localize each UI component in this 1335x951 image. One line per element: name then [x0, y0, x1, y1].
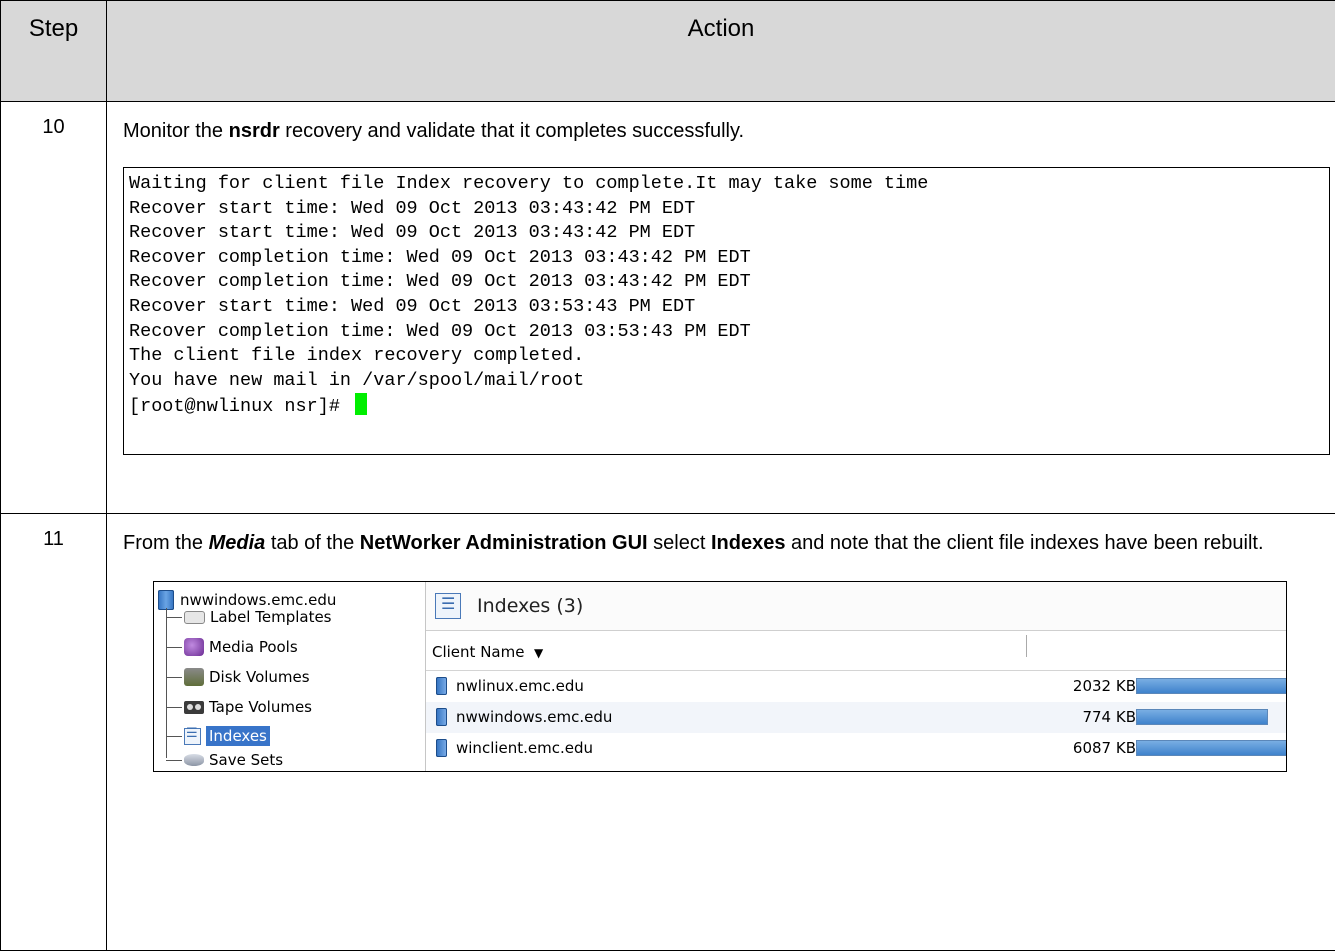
table-row[interactable]: nwlinux.emc.edu 2032 KB	[426, 671, 1286, 702]
terminal-line: Recover completion time: Wed 09 Oct 2013…	[129, 320, 751, 342]
column-label: Client Name	[432, 643, 525, 661]
label-icon	[184, 610, 205, 624]
table-row-step-10: 10 Monitor the nsrdr recovery and valida…	[0, 101, 1335, 514]
tree-item-disk-volumes[interactable]: Disk Volumes	[166, 662, 310, 692]
action-cell-10: Monitor the nsrdr recovery and validate …	[106, 101, 1335, 514]
terminal-output: Waiting for client file Index recovery t…	[123, 167, 1330, 455]
sort-down-icon: ▼	[534, 646, 544, 660]
column-header-row: Client Name ▼	[426, 631, 1286, 671]
instruction-text: Monitor the	[123, 120, 229, 142]
media-tree: nwwindows.emc.edu Label Templates Media …	[154, 582, 426, 771]
index-icon	[184, 726, 201, 745]
tree-item-label: Tape Volumes	[209, 698, 312, 716]
client-name: nwlinux.emc.edu	[456, 677, 584, 695]
terminal-cursor	[355, 393, 368, 416]
tree-connector	[166, 646, 182, 648]
networker-gui-screenshot: nwwindows.emc.edu Label Templates Media …	[153, 581, 1287, 772]
index-size: 6087 KB	[1072, 739, 1136, 757]
panel-title: Indexes (3)	[477, 595, 584, 617]
client-name: nwwindows.emc.edu	[456, 708, 613, 726]
terminal-prompt-line[interactable]: [root@nwlinux nsr]#	[129, 393, 1325, 418]
step-number-10: 10	[0, 101, 107, 514]
tree-connector	[166, 676, 182, 678]
table-row[interactable]: nwwindows.emc.edu 774 KB	[426, 702, 1286, 733]
tree-connector	[166, 706, 182, 708]
usage-bar	[1136, 709, 1268, 725]
tree-item-label: Disk Volumes	[209, 668, 310, 686]
tree-item-label: Media Pools	[209, 638, 298, 656]
action-column-header: Action	[106, 0, 1335, 102]
procedure-table: Step Action 10 Monitor the nsrdr recover…	[0, 0, 1335, 951]
tape-icon	[184, 700, 204, 714]
terminal-line: Waiting for client file Index recovery t…	[129, 173, 929, 194]
index-size: 2032 KB	[1072, 677, 1136, 695]
terminal-line: Recover start time: Wed 09 Oct 2013 03:4…	[129, 197, 696, 219]
indexes-panel: Indexes (3) Client Name ▼ nwlinux.emc.ed…	[426, 582, 1286, 771]
usage-bar	[1136, 740, 1286, 756]
index-icon	[435, 593, 461, 619]
terminal-line: Recover start time: Wed 09 Oct 2013 03:5…	[129, 295, 696, 317]
tree-connector	[166, 759, 182, 761]
tree-item-tape-volumes[interactable]: Tape Volumes	[166, 692, 312, 722]
tree-connector	[166, 735, 182, 737]
step-column-header: Step	[0, 0, 107, 102]
tree-item-media-pools[interactable]: Media Pools	[166, 632, 298, 662]
client-name-column-header[interactable]: Client Name ▼	[432, 643, 543, 661]
terminal-line: Recover completion time: Wed 09 Oct 2013…	[129, 271, 751, 293]
instruction-text: select	[647, 532, 711, 554]
step-11-instruction: From the Media tab of the NetWorker Admi…	[123, 528, 1323, 559]
index-size: 774 KB	[1082, 708, 1136, 726]
terminal-line: The client file index recovery completed…	[129, 345, 585, 367]
saveset-icon	[184, 754, 204, 766]
tree-item-label: Label Templates	[210, 608, 332, 626]
action-cell-11: From the Media tab of the NetWorker Admi…	[106, 513, 1335, 951]
client-name: winclient.emc.edu	[456, 739, 594, 757]
panel-header: Indexes (3)	[426, 582, 1286, 631]
terminal-line: Recover start time: Wed 09 Oct 2013 03:4…	[129, 222, 696, 244]
media-tab-name: Media	[208, 532, 266, 554]
tree-item-label: Save Sets	[209, 751, 284, 769]
gui-name: NetWorker Administration GUI	[359, 532, 648, 554]
usage-bar	[1136, 678, 1286, 694]
client-icon	[436, 708, 447, 726]
client-icon	[436, 739, 447, 757]
terminal-line: You have new mail in /var/spool/mail/roo…	[129, 369, 585, 391]
tree-item-label-templates[interactable]: Label Templates	[166, 602, 332, 632]
pool-icon	[184, 638, 204, 656]
tree-connector	[166, 616, 182, 618]
instruction-text: From the	[123, 532, 209, 554]
table-row-step-11: 11 From the Media tab of the NetWorker A…	[0, 513, 1335, 951]
disk-icon	[184, 668, 204, 686]
shell-prompt: [root@nwlinux nsr]#	[129, 396, 352, 418]
instruction-text: recovery and validate that it completes …	[279, 120, 745, 142]
step-10-instruction: Monitor the nsrdr recovery and validate …	[123, 116, 1323, 147]
tree-item-save-sets[interactable]: Save Sets	[166, 745, 284, 771]
table-row[interactable]: winclient.emc.edu 6087 KB	[426, 733, 1286, 764]
tree-item-label: Indexes	[206, 726, 270, 746]
table-header-row: Step Action	[0, 0, 1335, 102]
column-divider[interactable]	[1026, 635, 1027, 657]
instruction-text: tab of the	[265, 532, 360, 554]
nsrdr-command-name: nsrdr	[228, 120, 280, 142]
indexes-name: Indexes	[710, 532, 786, 554]
terminal-line: Recover completion time: Wed 09 Oct 2013…	[129, 246, 751, 268]
client-icon	[436, 677, 447, 695]
step-number-11: 11	[0, 513, 107, 951]
instruction-text: and note that the client file indexes ha…	[785, 532, 1264, 554]
